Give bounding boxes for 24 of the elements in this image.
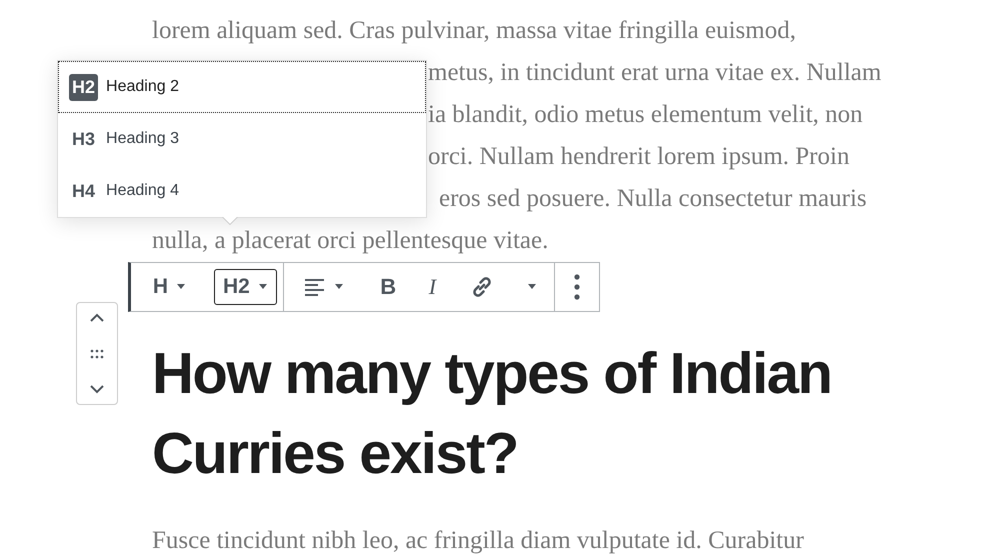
paragraph-line: metus, in tincidunt erat urna vitae ex. Nullam — [428, 60, 882, 86]
paragraph-line: lorem aliquam sed. Cras pulvinar, massa vitae fringilla euismod, — [152, 18, 796, 44]
caret-icon — [176, 284, 186, 290]
italic-button[interactable]: I — [418, 263, 446, 311]
paragraph-line: nulla, a placerat orci pellentesque vitae. — [152, 228, 548, 254]
caret-icon — [527, 284, 538, 290]
heading-level-button[interactable]: H2 — [214, 269, 277, 305]
heading-level-option[interactable]: H3 Heading 3 — [58, 113, 426, 165]
caret-icon — [258, 284, 268, 290]
heading-level-option[interactable]: H2 Heading 2 — [58, 61, 426, 113]
heading-level-option[interactable]: H4 Heading 4 — [58, 165, 426, 217]
block-type-button[interactable]: H — [131, 263, 208, 311]
paragraph-line: orci. Nullam hendrerit lorem ipsum. Proin — [428, 144, 850, 170]
paragraph-line: Fusce tincidunt nibh leo, ac fringilla diam vulputate id. Curabitur — [152, 526, 805, 556]
vertical-dots-icon — [574, 274, 580, 300]
chevron-down-icon — [89, 384, 105, 394]
drag-handle-icon[interactable] — [90, 348, 104, 358]
chevron-up-icon — [89, 313, 105, 323]
paragraph-line: eros sed posuere. Nulla consectetur mauris — [439, 186, 867, 212]
post-heading: How many types of Indian Curries exist? — [152, 340, 832, 488]
bold-button[interactable]: B — [370, 263, 406, 311]
paragraph-line: ia blandit, odio metus elementum velit, non — [428, 102, 863, 128]
align-left-icon — [304, 278, 326, 296]
caret-icon — [334, 284, 344, 290]
